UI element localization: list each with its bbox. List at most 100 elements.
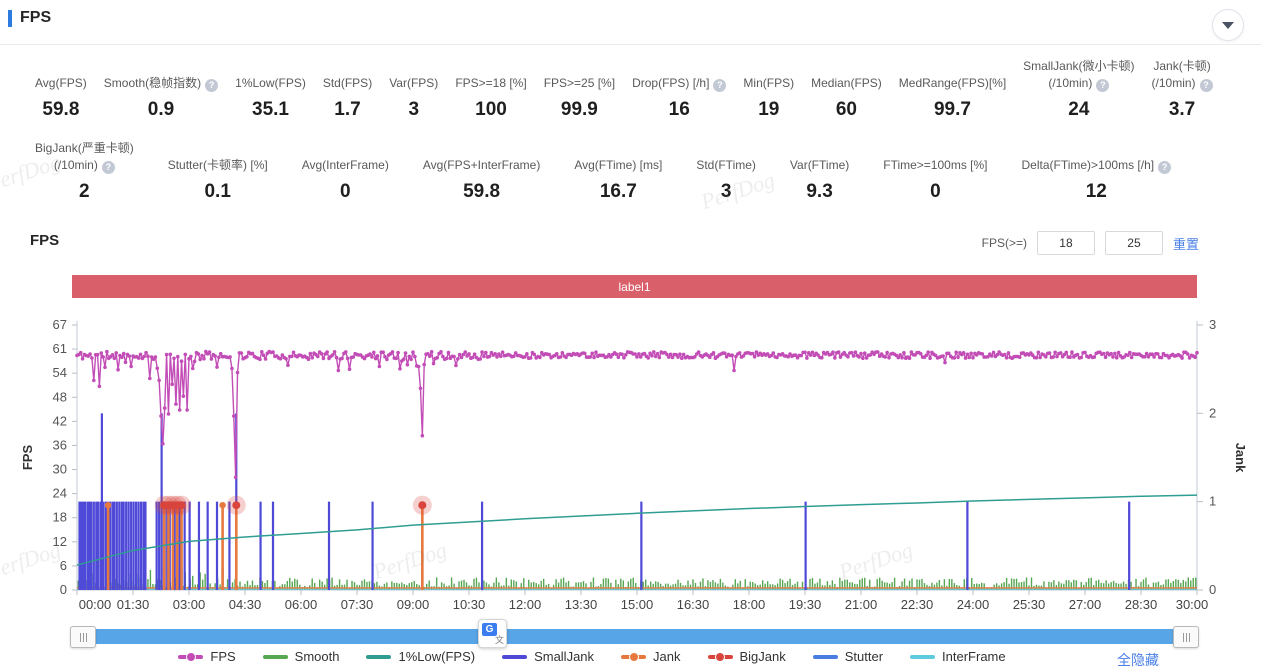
- stat-value: 3: [720, 181, 732, 202]
- stat-label: Delta(FTime)>100ms [/h]?: [1022, 157, 1172, 174]
- svg-text:67: 67: [53, 317, 67, 332]
- stat-label: BigJank(严重卡顿) (/10min)?: [35, 141, 134, 174]
- svg-text:42: 42: [53, 413, 67, 428]
- zoom-handle-left[interactable]: [70, 626, 96, 648]
- fps-line-chart[interactable]: 0612182430364248546167012300:00 01:30 03:0…: [0, 308, 1261, 620]
- stat-value: 24: [1068, 99, 1090, 120]
- stat-label: Drop(FPS) [/h]?: [632, 75, 727, 92]
- stat-label: Median(FPS): [811, 76, 882, 90]
- collapse-section-button[interactable]: [1212, 9, 1244, 41]
- fps-threshold-input-2[interactable]: [1104, 231, 1163, 255]
- stat-fps-ge-18: FPS>=18 [%] 100: [455, 75, 526, 121]
- stat-label: Var(FPS): [389, 76, 439, 90]
- stat-label: Stutter(卡顿率) [%]: [167, 158, 268, 172]
- svg-text:19:30: 19:30: [789, 597, 822, 612]
- stat-value: 59.8: [42, 99, 80, 120]
- svg-text:00:00: 00:00: [79, 597, 112, 612]
- help-icon[interactable]: ?: [1158, 161, 1172, 174]
- svg-text:54: 54: [53, 365, 67, 380]
- legend-marker: [502, 654, 528, 659]
- legend-label: SmallJank: [534, 649, 595, 664]
- fps-report-page: FPS Avg(FPS) 59.8 Smooth(稳帧指数)? 0.9 1%Low(FP…: [0, 0, 1261, 671]
- stat-smalljank: SmallJank(微小卡顿) (/10min)? 24: [1023, 58, 1134, 121]
- svg-text:36: 36: [53, 437, 67, 452]
- svg-text:30:00: 30:00: [1176, 597, 1209, 612]
- stat-value: 19: [758, 99, 780, 120]
- svg-text:04:30: 04:30: [229, 597, 262, 612]
- legend-marker: [621, 651, 647, 662]
- reset-link[interactable]: 重置: [1173, 234, 1199, 253]
- stat-std-fps: Std(FPS) 1.7: [323, 75, 372, 121]
- stat-label: FTime>=100ms [%]: [883, 158, 988, 172]
- stat-label: FPS>=25 [%]: [543, 76, 616, 90]
- legend-item-smalljank[interactable]: SmallJank: [502, 649, 594, 664]
- help-icon[interactable]: ?: [713, 79, 727, 92]
- legend-item-interframe[interactable]: InterFrame: [910, 649, 1006, 664]
- stat-label: Avg(FPS): [35, 76, 87, 90]
- stat-var-ftime: Var(FTime) 9.3: [790, 157, 849, 203]
- stats-row-1: Avg(FPS) 59.8 Smooth(稳帧指数)? 0.9 1%Low(FPS) 35…: [35, 58, 1251, 121]
- svg-text:1: 1: [1209, 494, 1216, 509]
- stat-low1-fps: 1%Low(FPS) 35.1: [235, 75, 306, 121]
- stat-value: 12: [1085, 181, 1107, 202]
- stat-label: Min(FPS): [743, 76, 795, 90]
- svg-text:30: 30: [53, 462, 67, 477]
- stat-stutter: Stutter(卡顿率) [%] 0.1: [168, 157, 268, 203]
- svg-text:0: 0: [60, 582, 67, 597]
- legend-item-jank[interactable]: Jank: [621, 649, 681, 664]
- stat-value: 1.7: [334, 99, 361, 120]
- svg-text:12: 12: [53, 534, 67, 549]
- chevron-down-icon: [1222, 21, 1234, 29]
- page-title: FPS: [20, 9, 52, 26]
- legend-marker: [366, 654, 392, 659]
- svg-text:21:00: 21:00: [845, 597, 878, 612]
- legend-marker: [910, 654, 936, 659]
- stat-value: 0.9: [147, 99, 175, 120]
- annotation-label-bar: label1: [72, 275, 1197, 298]
- fps-threshold-input-1[interactable]: [1036, 231, 1095, 255]
- header-accent-bar: [8, 9, 12, 27]
- svg-text:10:30: 10:30: [453, 597, 486, 612]
- stat-value: 3: [408, 99, 420, 120]
- chart-title: FPS: [30, 232, 60, 249]
- svg-text:13:30: 13:30: [565, 597, 598, 612]
- svg-text:0: 0: [1209, 582, 1216, 597]
- zoom-handle-right[interactable]: [1173, 626, 1199, 648]
- stat-value: 35.1: [252, 99, 289, 120]
- help-icon[interactable]: ?: [1199, 79, 1213, 92]
- svg-text:01:30: 01:30: [117, 597, 150, 612]
- svg-text:16:30: 16:30: [677, 597, 710, 612]
- legend-item-stutter[interactable]: Stutter: [812, 649, 883, 664]
- stat-value: 0: [339, 181, 351, 202]
- hide-all-link[interactable]: 全隐藏: [1117, 650, 1159, 670]
- stat-value: 16.7: [599, 181, 637, 202]
- stat-label: Std(FTime): [696, 158, 756, 172]
- page-header: FPS: [8, 9, 51, 27]
- stat-label: Avg(InterFrame): [301, 158, 389, 172]
- legend-item-bigjank[interactable]: BigJank: [707, 649, 786, 664]
- legend-marker: [262, 654, 288, 659]
- svg-text:12:00: 12:00: [509, 597, 542, 612]
- help-icon[interactable]: ?: [205, 79, 219, 92]
- chart-zoom-scrollbar[interactable]: [70, 626, 1199, 648]
- stat-var-fps: Var(FPS) 3: [389, 75, 438, 121]
- legend-item-fps[interactable]: FPS: [178, 649, 236, 664]
- stat-std-ftime: Std(FTime) 3: [696, 157, 756, 203]
- help-icon[interactable]: ?: [1096, 79, 1110, 92]
- legend-item-smooth[interactable]: Smooth: [262, 649, 339, 664]
- stat-ftime-ge-100ms: FTime>=100ms [%] 0: [883, 157, 987, 203]
- google-translate-icon[interactable]: G 文: [478, 619, 507, 648]
- legend-label: FPS: [210, 649, 236, 664]
- legend-item-1-low-fps-[interactable]: 1%Low(FPS): [366, 649, 475, 664]
- stat-value: 60: [835, 99, 857, 120]
- stat-value: 3.7: [1168, 99, 1196, 120]
- svg-text:28:30: 28:30: [1125, 597, 1158, 612]
- stat-value: 0: [930, 181, 941, 202]
- fps-threshold-filter: FPS(>=) 重置: [982, 231, 1199, 255]
- svg-text:09:00: 09:00: [397, 597, 430, 612]
- stat-value: 0.1: [204, 181, 231, 202]
- svg-text:06:00: 06:00: [285, 597, 318, 612]
- svg-text:Jank: Jank: [1233, 443, 1248, 473]
- help-icon[interactable]: ?: [101, 161, 115, 174]
- stat-drop-fps: Drop(FPS) [/h]? 16: [632, 75, 727, 121]
